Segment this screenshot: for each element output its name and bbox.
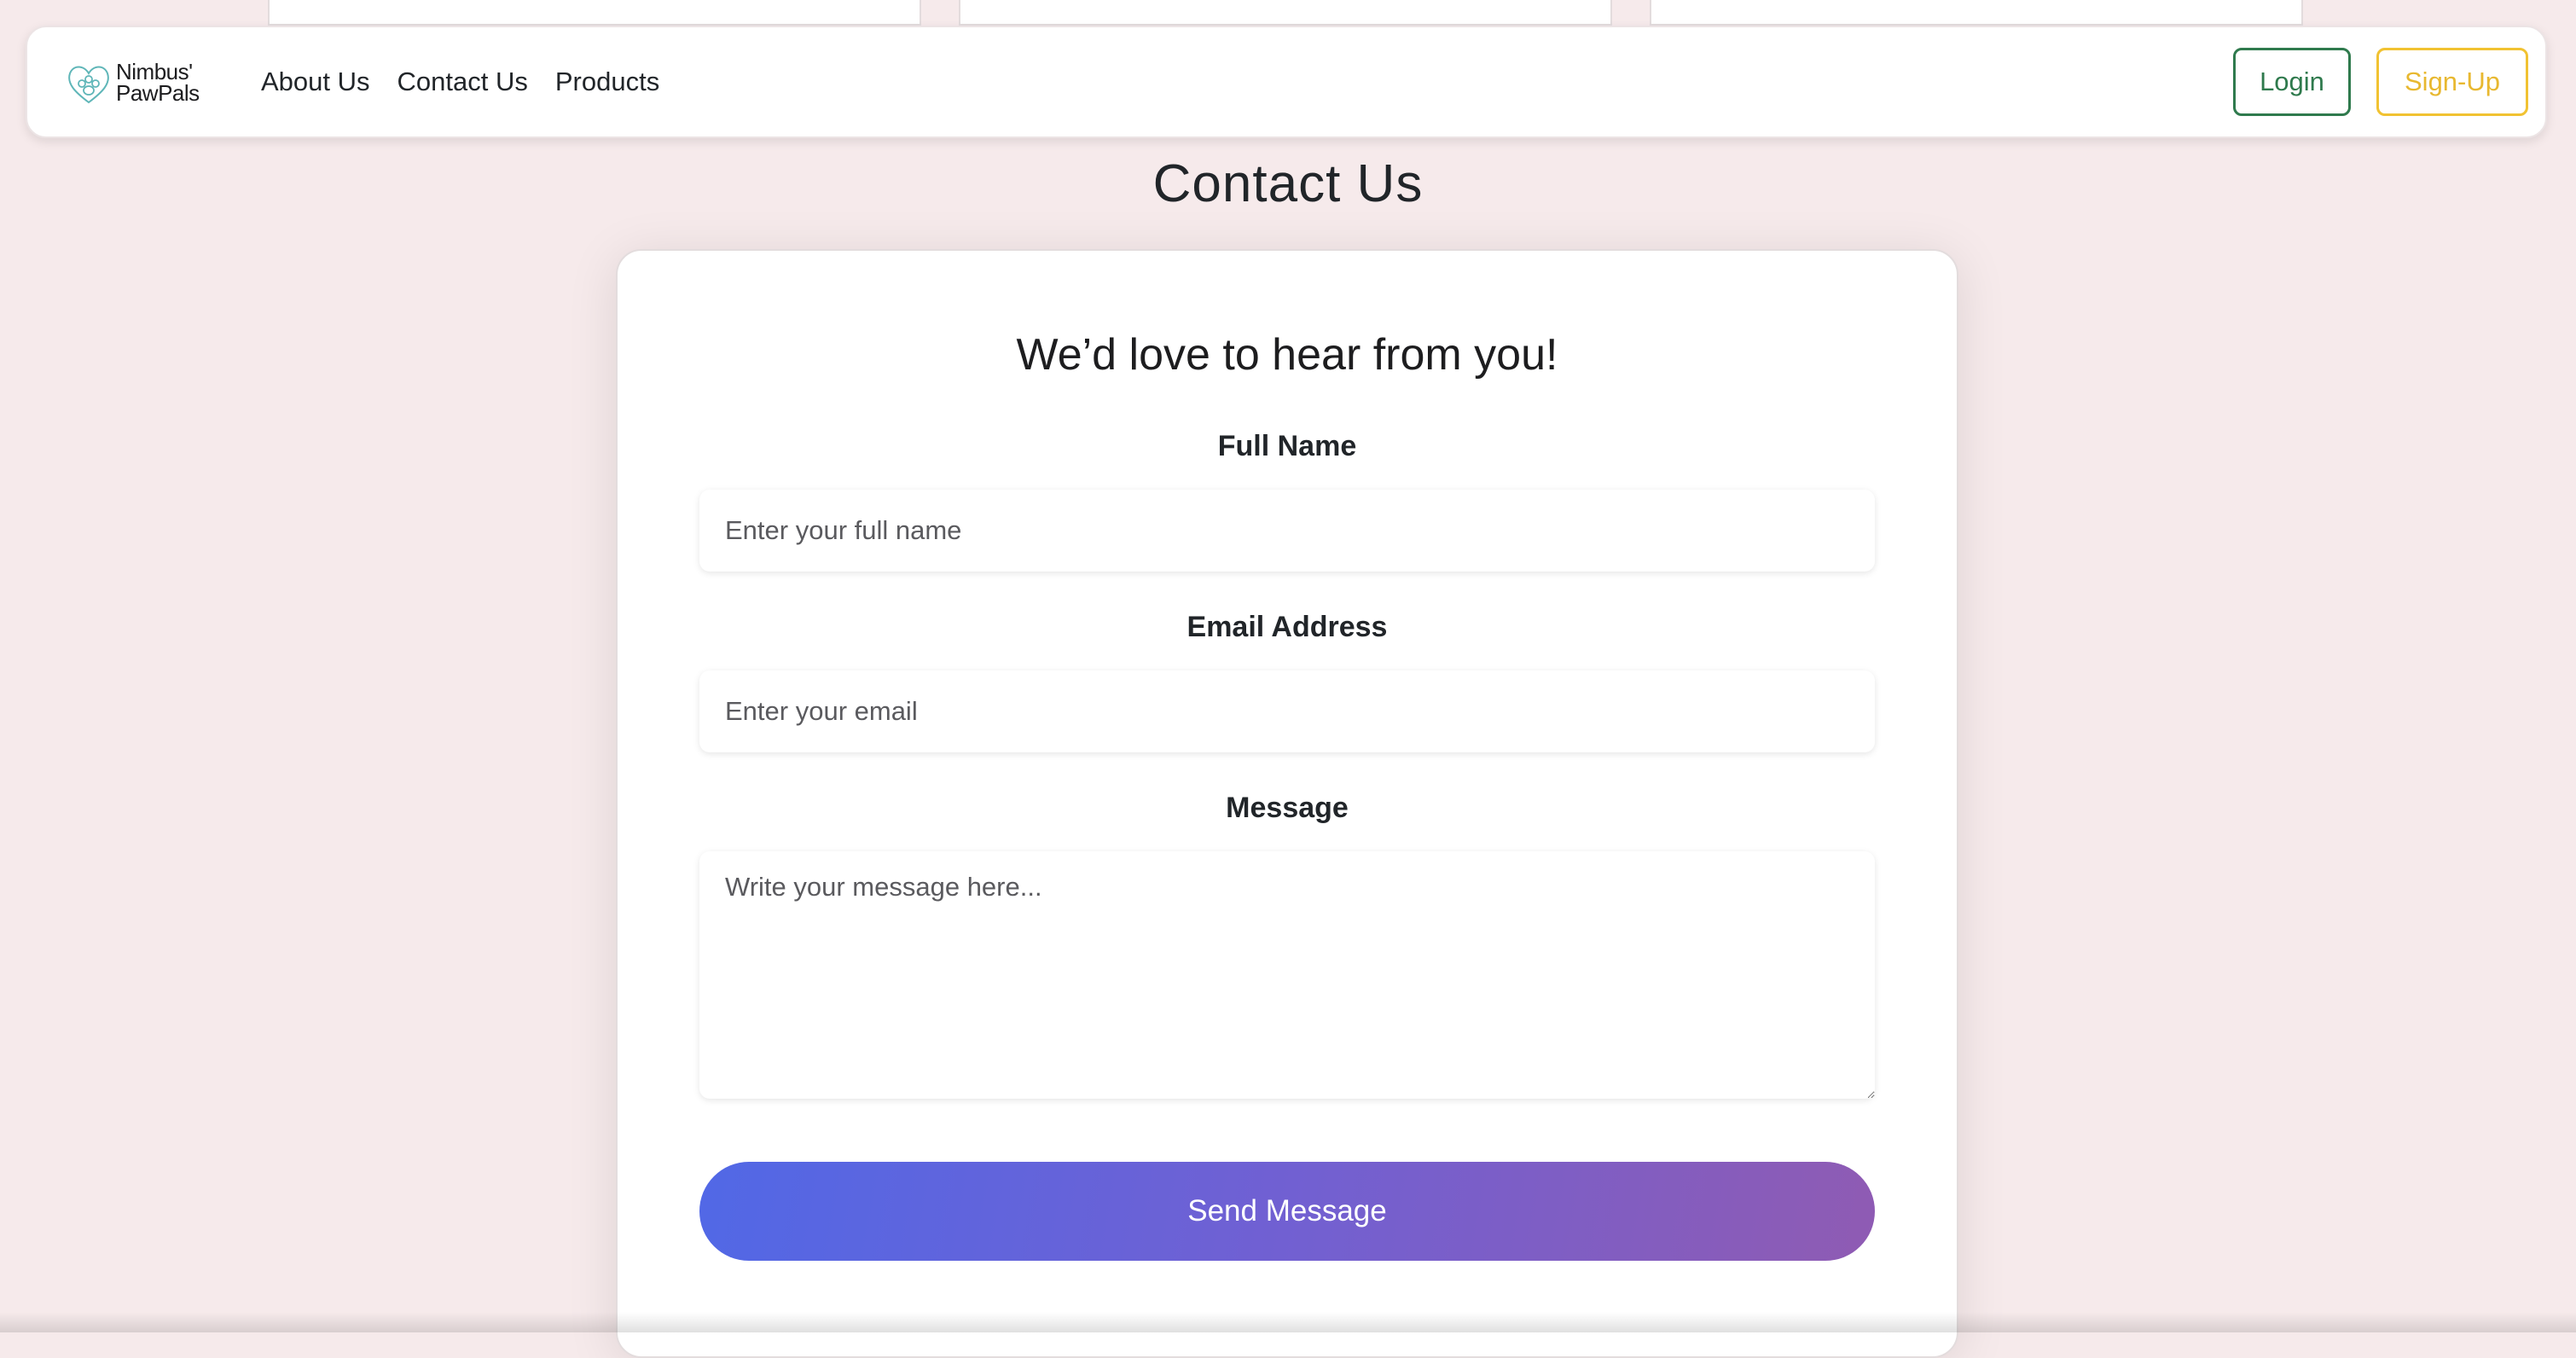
- message-textarea[interactable]: [699, 851, 1875, 1099]
- signup-button[interactable]: Sign-Up: [2376, 48, 2528, 116]
- background-card: [1650, 0, 2303, 26]
- nav-link-about-us[interactable]: About Us: [261, 67, 370, 97]
- message-label: Message: [1226, 792, 1349, 824]
- navbar: Nimbus' PawPals About Us Contact Us Prod…: [26, 26, 2547, 138]
- brand-name: Nimbus' PawPals: [116, 61, 200, 104]
- login-button[interactable]: Login: [2233, 48, 2351, 116]
- bottom-shadow: [0, 1312, 2576, 1332]
- nav-link-products[interactable]: Products: [555, 67, 659, 97]
- full-name-label: Full Name: [1217, 430, 1357, 462]
- send-message-button[interactable]: Send Message: [699, 1162, 1875, 1261]
- nav-link-contact-us[interactable]: Contact Us: [397, 67, 528, 97]
- form-heading: We’d love to hear from you!: [1016, 330, 1558, 380]
- background-card: [268, 0, 921, 26]
- page-title: Contact Us: [1152, 154, 1424, 213]
- background-card: [959, 0, 1612, 26]
- email-address-label: Email Address: [1186, 611, 1388, 643]
- nav-links: About Us Contact Us Products: [261, 27, 687, 136]
- brand-logo-link[interactable]: Nimbus' PawPals: [63, 58, 242, 109]
- full-name-input[interactable]: [699, 490, 1875, 572]
- paw-heart-logo-icon: [68, 66, 109, 104]
- brand-name-line2: PawPals: [116, 80, 200, 106]
- contact-form-card: We’d love to hear from you! Full Name Em…: [616, 249, 1958, 1358]
- email-input[interactable]: [699, 670, 1875, 752]
